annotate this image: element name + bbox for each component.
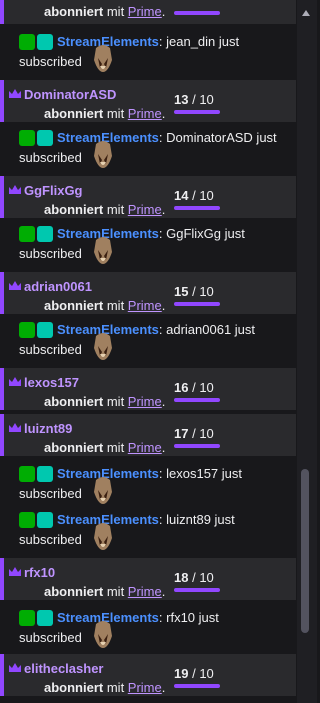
chat-message: StreamElements: DominatorASD just subscr… [0, 126, 296, 174]
progress-bar [174, 684, 220, 688]
progress-bar [174, 588, 220, 592]
sub-count: 14 / 10 [174, 188, 214, 203]
sub-text: abonniert mit Prime. [44, 298, 166, 313]
progress-bar [174, 11, 220, 15]
progress-bar [174, 110, 220, 114]
sub-count: 19 / 10 [174, 666, 214, 681]
prime-link[interactable]: Prime [128, 202, 162, 217]
prime-link[interactable]: Prime [128, 394, 162, 409]
chat-message: StreamElements: GgFlixGg just subscribed [0, 222, 296, 270]
sub-text: abonniert mit Prime. [44, 440, 166, 455]
prime-link[interactable]: Prime [128, 584, 162, 599]
verified-badge-icon [19, 512, 35, 528]
chat-message: StreamElements: lexos157 just subscribed [0, 462, 296, 510]
progress-bar [174, 206, 220, 210]
message-text-2: subscribed [19, 630, 82, 645]
message-text: DominatorASD just [162, 130, 277, 145]
sub-notification: GgFlixGg abonniert mit Prime. 14 / 10 [0, 176, 296, 218]
sub-text: abonniert mit Prime. [44, 584, 166, 599]
message-text: adrian0061 just [162, 322, 256, 337]
message-text-2: subscribed [19, 342, 82, 357]
verified-badge-icon [19, 322, 35, 338]
bot-badge-icon [37, 34, 53, 50]
verified-badge-icon [19, 34, 35, 50]
sub-notification: lexos157 abonniert mit Prime. 16 / 10 [0, 368, 296, 410]
message-text: luiznt89 just [162, 512, 235, 527]
sub-notification: adrian0061 abonniert mit Prime. 15 / 10 [0, 272, 296, 314]
verified-badge-icon [19, 610, 35, 626]
verified-badge-icon [19, 466, 35, 482]
sub-text: abonniert mit Prime. [44, 680, 166, 695]
sub-username[interactable]: DominatorASD [24, 87, 116, 102]
chat-message: StreamElements: adrian0061 just subscrib… [0, 318, 296, 366]
crown-icon [9, 663, 21, 672]
sub-notification: rfx10 abonniert mit Prime. 18 / 10 [0, 558, 296, 600]
prime-link[interactable]: Prime [128, 680, 162, 695]
skull-emote-icon [94, 45, 112, 72]
message-text: GgFlixGg just [162, 226, 245, 241]
sub-username[interactable]: adrian0061 [24, 279, 92, 294]
bot-badge-icon [37, 130, 53, 146]
sub-text: abonniert mit Prime. [44, 106, 166, 121]
sub-username[interactable]: rfx10 [24, 565, 55, 580]
skull-emote-icon [94, 477, 112, 504]
sub-username[interactable]: GgFlixGg [24, 183, 83, 198]
chat-message: StreamElements: luiznt89 just subscribed [0, 508, 296, 556]
scroll-up-icon[interactable] [302, 10, 310, 16]
progress-bar [174, 302, 220, 306]
crown-icon [9, 567, 21, 576]
sub-notification: luiznt89 abonniert mit Prime. 17 / 10 [0, 414, 296, 456]
message-text-2: subscribed [19, 532, 82, 547]
crown-icon [9, 423, 21, 432]
prime-link[interactable]: Prime [128, 4, 162, 19]
scrollbar-thumb[interactable] [301, 469, 309, 633]
skull-emote-icon [94, 523, 112, 550]
message-text: jean_din just [162, 34, 240, 49]
message-text-2: subscribed [19, 54, 82, 69]
crown-icon [9, 377, 21, 386]
skull-emote-icon [94, 621, 112, 648]
bot-badge-icon [37, 466, 53, 482]
sub-username[interactable]: lexos157 [24, 375, 79, 390]
bot-badge-icon [37, 226, 53, 242]
message-text-2: subscribed [19, 150, 82, 165]
skull-emote-icon [94, 237, 112, 264]
chat-message: StreamElements: rfx10 just subscribed [0, 606, 296, 654]
bot-badge-icon [37, 512, 53, 528]
skull-emote-icon [94, 141, 112, 168]
crown-icon [9, 89, 21, 98]
sub-text: abonniert mit Prime. [44, 394, 166, 409]
prime-link[interactable]: Prime [128, 298, 162, 313]
sub-notification: elitheclasher abonniert mit Prime. 19 / … [0, 654, 296, 696]
sub-text: abonniert mit Prime. [44, 202, 166, 217]
sub-count: 13 / 10 [174, 92, 214, 107]
sub-username[interactable]: luiznt89 [24, 421, 72, 436]
verified-badge-icon [19, 130, 35, 146]
prime-link[interactable]: Prime [128, 106, 162, 121]
progress-bar [174, 398, 220, 402]
chat-scrollbar[interactable] [297, 0, 317, 703]
sub-notification: DominatorASD abonniert mit Prime. 13 / 1… [0, 80, 296, 122]
crown-icon [9, 185, 21, 194]
verified-badge-icon [19, 226, 35, 242]
sub-username[interactable]: elitheclasher [24, 661, 104, 676]
message-text: rfx10 just [162, 610, 219, 625]
message-text: lexos157 just [162, 466, 243, 481]
message-text-2: subscribed [19, 486, 82, 501]
sub-count: 17 / 10 [174, 426, 214, 441]
sub-notification: abonniert mit Prime. [0, 0, 296, 24]
sub-count: 16 / 10 [174, 380, 214, 395]
crown-icon [9, 281, 21, 290]
sub-text: abonniert mit Prime. [44, 4, 166, 19]
sub-count: 15 / 10 [174, 284, 214, 299]
bot-badge-icon [37, 610, 53, 626]
message-text-2: subscribed [19, 246, 82, 261]
bot-badge-icon [37, 322, 53, 338]
chat-message: StreamElements: jean_din just subscribed [0, 30, 296, 78]
sub-count: 18 / 10 [174, 570, 214, 585]
prime-link[interactable]: Prime [128, 440, 162, 455]
progress-bar [174, 444, 220, 448]
skull-emote-icon [94, 333, 112, 360]
chat-log: abonniert mit Prime. StreamElements: jea… [0, 0, 296, 703]
